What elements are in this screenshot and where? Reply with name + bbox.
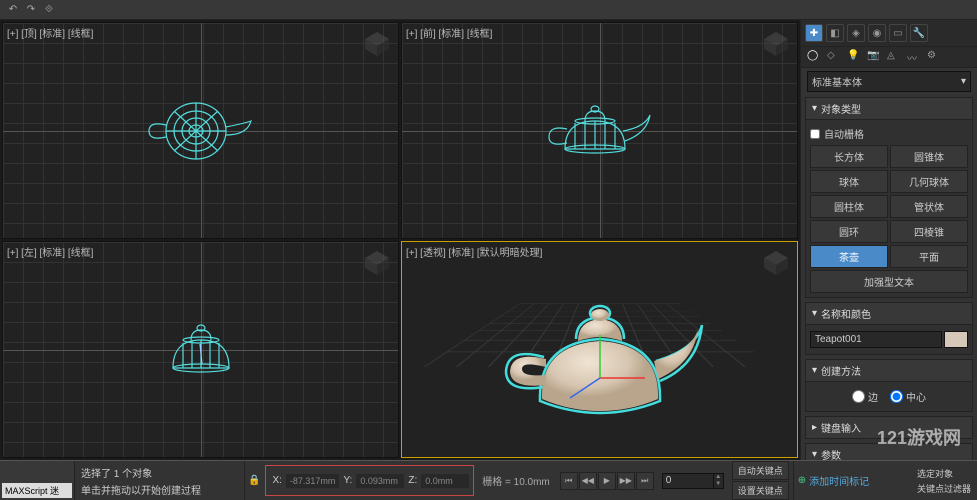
viewport-perspective[interactable]: [+] [透视] [标准] [默认明暗处理] bbox=[401, 241, 798, 458]
viewcube-icon[interactable] bbox=[761, 248, 791, 278]
command-panel: ✚ ◧ ◈ ◉ ▭ 🔧 ◯ ◇ 💡 📷 ◬ 〰 ⚙ 标准基本体 ▾ ▾ 对象类型… bbox=[800, 20, 977, 460]
status-bar: MAXScript 迷 选择了 1 个对象 单击并拖动以开始创建过程 🔒 X:-… bbox=[0, 460, 977, 500]
goto-start-button[interactable]: ⏮ bbox=[560, 472, 578, 490]
viewcube-icon[interactable] bbox=[761, 29, 791, 59]
btn-cylinder[interactable]: 圆柱体 bbox=[810, 195, 888, 218]
status-messages: 选择了 1 个对象 单击并拖动以开始创建过程 bbox=[75, 461, 245, 500]
btn-textplus[interactable]: 加强型文本 bbox=[810, 270, 968, 293]
viewport-left[interactable]: [+] [左] [标准] [线框] bbox=[2, 241, 399, 458]
btn-torus[interactable]: 圆环 bbox=[810, 220, 888, 243]
autogrid-checkbox[interactable] bbox=[810, 129, 820, 139]
frame-spinner[interactable]: 0▲▼ bbox=[662, 473, 724, 489]
rollout-object-type: ▾ 对象类型 自动栅格 长方体 圆锥体 球体 几何球体 圆柱体 管状体 圆环 四… bbox=[805, 97, 973, 298]
lights-icon[interactable]: 💡 bbox=[847, 50, 861, 64]
create-subtabs: ◯ ◇ 💡 📷 ◬ 〰 ⚙ bbox=[801, 47, 977, 68]
modify-tab[interactable]: ◧ bbox=[826, 24, 844, 42]
object-color-swatch[interactable] bbox=[944, 331, 968, 348]
lock-icon[interactable]: 🔒 bbox=[248, 475, 260, 486]
viewport-label[interactable]: [+] [左] [标准] [线框] bbox=[7, 244, 93, 259]
redo-icon[interactable]: ↷ bbox=[24, 3, 38, 17]
btn-teapot[interactable]: 茶壶 bbox=[810, 245, 888, 268]
playback-controls: ⏮ ◀◀ ▶ ▶▶ ⏭ bbox=[556, 461, 658, 500]
viewcube-icon[interactable] bbox=[362, 248, 392, 278]
btn-box[interactable]: 长方体 bbox=[810, 145, 888, 168]
btn-plane[interactable]: 平面 bbox=[890, 245, 968, 268]
create-tab[interactable]: ✚ bbox=[805, 24, 823, 42]
coordinate-display: X:-87.317mm Y:0.093mm Z:0.0mm bbox=[265, 465, 474, 496]
selection-status: 选择了 1 个对象 bbox=[81, 465, 238, 480]
utilities-tab[interactable]: 🔧 bbox=[910, 24, 928, 42]
teapot-shaded bbox=[480, 273, 720, 443]
object-name-field[interactable]: Teapot001 bbox=[810, 331, 942, 348]
top-toolbar: ↶ ↷ ⟐ bbox=[0, 0, 977, 20]
setkey-button[interactable]: 设置关键点 bbox=[732, 481, 789, 500]
radio-edge[interactable] bbox=[852, 390, 865, 403]
rollout-name-color: ▾ 名称和颜色 Teapot001 bbox=[805, 302, 973, 355]
viewport-label[interactable]: [+] [前] [标准] [线框] bbox=[406, 25, 492, 40]
grid-readout: 栅格 = 10.0mm bbox=[476, 461, 556, 500]
panel-tab-row: ✚ ◧ ◈ ◉ ▭ 🔧 bbox=[801, 20, 977, 47]
chevron-down-icon: ▾ bbox=[961, 76, 966, 87]
systems-icon[interactable]: ⚙ bbox=[927, 50, 941, 64]
y-field[interactable]: 0.093mm bbox=[356, 474, 404, 488]
prev-frame-button[interactable]: ◀◀ bbox=[579, 472, 597, 490]
btn-sphere[interactable]: 球体 bbox=[810, 170, 888, 193]
tag-icon: ⊕ bbox=[798, 475, 806, 486]
x-label: X: bbox=[270, 475, 283, 486]
z-field[interactable]: 0.0mm bbox=[421, 474, 469, 488]
btn-tube[interactable]: 管状体 bbox=[890, 195, 968, 218]
rollout-header[interactable]: ▾ 创建方法 bbox=[805, 359, 973, 382]
rollout-header[interactable]: ▾ 名称和颜色 bbox=[805, 302, 973, 325]
helpers-icon[interactable]: ◬ bbox=[887, 50, 901, 64]
btn-cone[interactable]: 圆锥体 bbox=[890, 145, 968, 168]
rollout-create-method: ▾ 创建方法 边 中心 bbox=[805, 359, 973, 412]
watermark: 121游戏网 bbox=[877, 424, 961, 450]
prompt-line: 单击并拖动以开始创建过程 bbox=[81, 482, 238, 497]
hierarchy-tab[interactable]: ◈ bbox=[847, 24, 865, 42]
play-button[interactable]: ▶ bbox=[598, 472, 616, 490]
autogrid-label: 自动栅格 bbox=[824, 126, 864, 141]
category-dropdown[interactable]: 标准基本体 ▾ bbox=[807, 71, 971, 92]
time-tag-area[interactable]: ⊕ 添加时间标记 bbox=[793, 461, 873, 500]
rollout-header[interactable]: ▾ 对象类型 bbox=[805, 97, 973, 120]
key-controls: 自动关键点 设置关键点 bbox=[728, 461, 793, 500]
viewport-container: [+] [顶] [标准] [线框] [+] [前] [标准] [线框] bbox=[0, 20, 800, 460]
key-filters: 选定对象 关键点过滤器 bbox=[911, 461, 977, 500]
next-frame-button[interactable]: ▶▶ bbox=[617, 472, 635, 490]
motion-tab[interactable]: ◉ bbox=[868, 24, 886, 42]
z-label: Z: bbox=[406, 475, 419, 486]
geometry-icon[interactable]: ◯ bbox=[807, 50, 821, 64]
key-filter-label[interactable]: 关键点过滤器 bbox=[917, 482, 971, 495]
viewport-top[interactable]: [+] [顶] [标准] [线框] bbox=[2, 22, 399, 239]
viewport-front[interactable]: [+] [前] [标准] [线框] bbox=[401, 22, 798, 239]
viewport-label[interactable]: [+] [透视] [标准] [默认明暗处理] bbox=[406, 244, 542, 259]
display-tab[interactable]: ▭ bbox=[889, 24, 907, 42]
primitive-buttons: 长方体 圆锥体 球体 几何球体 圆柱体 管状体 圆环 四棱锥 茶壶 平面 加强型… bbox=[810, 145, 968, 293]
x-field[interactable]: -87.317mm bbox=[286, 474, 340, 488]
teapot-front-wireframe bbox=[535, 91, 665, 171]
viewcube-icon[interactable] bbox=[362, 29, 392, 59]
undo-icon[interactable]: ↶ bbox=[6, 3, 20, 17]
cameras-icon[interactable]: 📷 bbox=[867, 50, 881, 64]
viewport-label[interactable]: [+] [顶] [标准] [线框] bbox=[7, 25, 93, 40]
maxscript-area: MAXScript 迷 bbox=[0, 461, 75, 500]
category-label: 标准基本体 bbox=[812, 74, 862, 89]
link-icon[interactable]: ⟐ bbox=[42, 3, 56, 17]
autokey-button[interactable]: 自动关键点 bbox=[732, 461, 789, 480]
goto-end-button[interactable]: ⏭ bbox=[636, 472, 654, 490]
teapot-top-wireframe bbox=[141, 91, 261, 171]
btn-geosphere[interactable]: 几何球体 bbox=[890, 170, 968, 193]
y-label: Y: bbox=[341, 475, 354, 486]
selected-obj-label[interactable]: 选定对象 bbox=[917, 467, 971, 480]
spacewarps-icon[interactable]: 〰 bbox=[907, 50, 921, 64]
teapot-left-wireframe bbox=[151, 310, 251, 390]
radio-center[interactable] bbox=[890, 390, 903, 403]
add-tag-label: 添加时间标记 bbox=[809, 473, 869, 488]
maxscript-input[interactable]: MAXScript 迷 bbox=[2, 483, 72, 498]
btn-pyramid[interactable]: 四棱锥 bbox=[890, 220, 968, 243]
shapes-icon[interactable]: ◇ bbox=[827, 50, 841, 64]
